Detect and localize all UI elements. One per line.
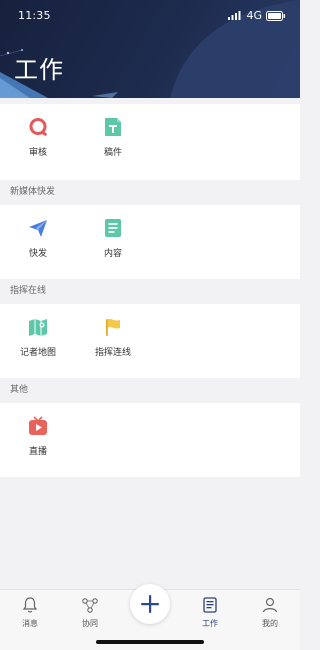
review-icon <box>29 118 47 136</box>
profile-icon <box>262 597 278 613</box>
section-header: 新媒体快发 <box>0 180 300 205</box>
tile-label: 指挥连线 <box>94 348 131 358</box>
tab-label: 工作 <box>202 619 218 628</box>
tab-collaboration[interactable]: 协同 <box>65 596 115 629</box>
tile-review[interactable]: 审核 <box>8 116 68 158</box>
tile-live[interactable]: 直播 <box>8 415 68 457</box>
page-title: 工作 <box>14 56 64 84</box>
tab-profile[interactable]: 我的 <box>245 596 295 629</box>
tile-label: 记者地图 <box>19 348 56 358</box>
home-indicator <box>96 640 204 644</box>
tab-label: 协同 <box>82 619 98 628</box>
battery-icon <box>266 10 285 21</box>
tab-label: 我的 <box>262 619 278 628</box>
section-new-media: 快发 内容 <box>0 205 300 279</box>
tile-command-link[interactable]: 指挥连线 <box>83 316 143 358</box>
add-button[interactable] <box>130 584 170 624</box>
page-header: 11:35 4G 工作 <box>0 0 300 98</box>
tab-label: 消息 <box>22 619 38 628</box>
tile-label: 内容 <box>103 249 122 259</box>
content-icon <box>105 219 121 237</box>
bell-icon <box>22 597 38 613</box>
status-time: 11:35 <box>18 9 51 22</box>
tile-manuscript[interactable]: 稿件 <box>83 116 143 158</box>
tile-label: 审核 <box>28 148 47 158</box>
section-header: 指挥在线 <box>0 279 300 304</box>
section-main: 审核 稿件 <box>0 104 300 180</box>
manuscript-icon <box>105 118 121 136</box>
command-flag-icon <box>106 318 120 336</box>
tile-content[interactable]: 内容 <box>83 217 143 259</box>
tile-label: 快发 <box>28 249 47 259</box>
section-command: 记者地图 指挥连线 <box>0 304 300 378</box>
tab-work[interactable]: 工作 <box>185 596 235 629</box>
work-content: 审核 稿件 新媒体快发 快发 内容 指挥在线 记者地图 指挥连线 其他 直播 <box>0 98 300 477</box>
signal-icon <box>228 11 241 20</box>
plus-icon <box>141 595 159 613</box>
tile-quick-send[interactable]: 快发 <box>8 217 68 259</box>
live-tv-icon <box>29 416 47 435</box>
section-header: 其他 <box>0 378 300 403</box>
status-bar: 11:35 4G <box>0 8 300 24</box>
work-icon <box>203 597 217 613</box>
send-icon <box>29 220 47 237</box>
tile-label: 稿件 <box>103 148 122 158</box>
tile-reporter-map[interactable]: 记者地图 <box>8 316 68 358</box>
tile-label: 直播 <box>28 447 47 457</box>
reporter-map-icon <box>29 319 47 336</box>
tab-messages[interactable]: 消息 <box>5 596 55 629</box>
section-other: 直播 <box>0 403 300 477</box>
network-type: 4G <box>246 9 262 22</box>
collaboration-icon <box>82 598 98 613</box>
